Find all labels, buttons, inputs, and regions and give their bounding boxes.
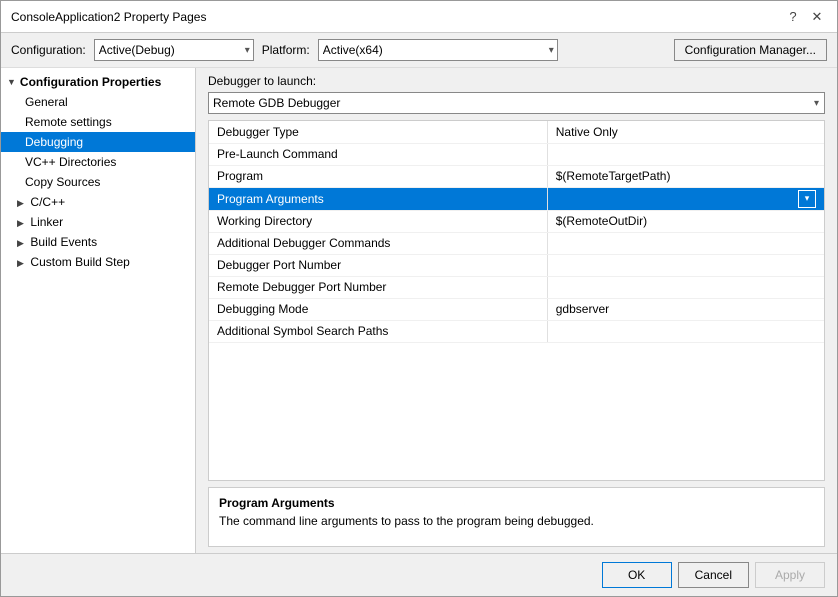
- sidebar-item-build-events[interactable]: ▶ Build Events: [1, 232, 195, 252]
- platform-label: Platform:: [262, 43, 310, 57]
- table-row[interactable]: Additional Debugger Commands: [209, 232, 824, 254]
- footer: OK Cancel Apply: [1, 553, 837, 596]
- cpp-expand-icon: ▶: [17, 198, 26, 208]
- debugger-select[interactable]: Remote GDB Debugger: [208, 92, 825, 114]
- sidebar-item-custom-build-step[interactable]: ▶ Custom Build Step: [1, 252, 195, 272]
- table-row[interactable]: Program$(RemoteTargetPath): [209, 165, 824, 187]
- title-bar: ConsoleApplication2 Property Pages ? ✕: [1, 1, 837, 33]
- dialog-title: ConsoleApplication2 Property Pages: [11, 10, 206, 24]
- table-row[interactable]: Debugger Port Number: [209, 254, 824, 276]
- title-controls: ? ✕: [783, 7, 827, 27]
- sidebar-item-remote-settings[interactable]: Remote settings: [1, 112, 195, 132]
- sidebar-root[interactable]: ▼ Configuration Properties: [1, 72, 195, 92]
- platform-select[interactable]: Active(x64): [318, 39, 558, 61]
- config-label: Configuration:: [11, 43, 86, 57]
- sidebar-item-vc-directories[interactable]: VC++ Directories: [1, 152, 195, 172]
- debugger-label: Debugger to launch:: [196, 68, 837, 92]
- sidebar-root-label: Configuration Properties: [20, 75, 161, 89]
- info-description: The command line arguments to pass to th…: [219, 514, 814, 528]
- ok-button[interactable]: OK: [602, 562, 672, 588]
- linker-expand-icon: ▶: [17, 218, 26, 228]
- info-panel: Program Arguments The command line argum…: [208, 487, 825, 547]
- debugger-select-wrapper: Remote GDB Debugger: [208, 92, 825, 114]
- table-row[interactable]: Pre-Launch Command: [209, 143, 824, 165]
- help-button[interactable]: ?: [783, 7, 803, 27]
- expand-icon: ▼: [7, 77, 16, 87]
- sidebar-item-debugging[interactable]: Debugging: [1, 132, 195, 152]
- config-row: Configuration: Active(Debug) Platform: A…: [1, 33, 837, 68]
- platform-select-wrapper: Active(x64): [318, 39, 558, 61]
- cancel-button[interactable]: Cancel: [678, 562, 749, 588]
- table-row[interactable]: Additional Symbol Search Paths: [209, 320, 824, 342]
- sidebar-item-general[interactable]: General: [1, 92, 195, 112]
- info-title: Program Arguments: [219, 496, 814, 510]
- table-row[interactable]: Debugger TypeNative Only: [209, 121, 824, 143]
- build-events-expand-icon: ▶: [17, 238, 26, 248]
- apply-button[interactable]: Apply: [755, 562, 825, 588]
- custom-build-expand-icon: ▶: [17, 258, 26, 268]
- config-select[interactable]: Active(Debug): [94, 39, 254, 61]
- table-row[interactable]: Program Arguments▾: [209, 187, 824, 210]
- prop-dropdown-btn[interactable]: ▾: [798, 190, 816, 208]
- properties-table-container: Debugger TypeNative OnlyPre-Launch Comma…: [208, 120, 825, 481]
- sidebar-item-linker[interactable]: ▶ Linker: [1, 212, 195, 232]
- right-panel: Debugger to launch: Remote GDB Debugger …: [196, 68, 837, 553]
- debugger-select-row: Remote GDB Debugger: [196, 92, 837, 120]
- properties-table: Debugger TypeNative OnlyPre-Launch Comma…: [209, 121, 824, 343]
- table-row[interactable]: Debugging Modegdbserver: [209, 298, 824, 320]
- sidebar-item-copy-sources[interactable]: Copy Sources: [1, 172, 195, 192]
- property-pages-dialog: ConsoleApplication2 Property Pages ? ✕ C…: [0, 0, 838, 597]
- table-row[interactable]: Working Directory$(RemoteOutDir): [209, 210, 824, 232]
- main-content: ▼ Configuration Properties General Remot…: [1, 68, 837, 553]
- config-manager-button[interactable]: Configuration Manager...: [674, 39, 827, 61]
- sidebar-item-cpp[interactable]: ▶ C/C++: [1, 192, 195, 212]
- config-select-wrapper: Active(Debug): [94, 39, 254, 61]
- table-row[interactable]: Remote Debugger Port Number: [209, 276, 824, 298]
- sidebar: ▼ Configuration Properties General Remot…: [1, 68, 196, 553]
- close-button[interactable]: ✕: [807, 7, 827, 27]
